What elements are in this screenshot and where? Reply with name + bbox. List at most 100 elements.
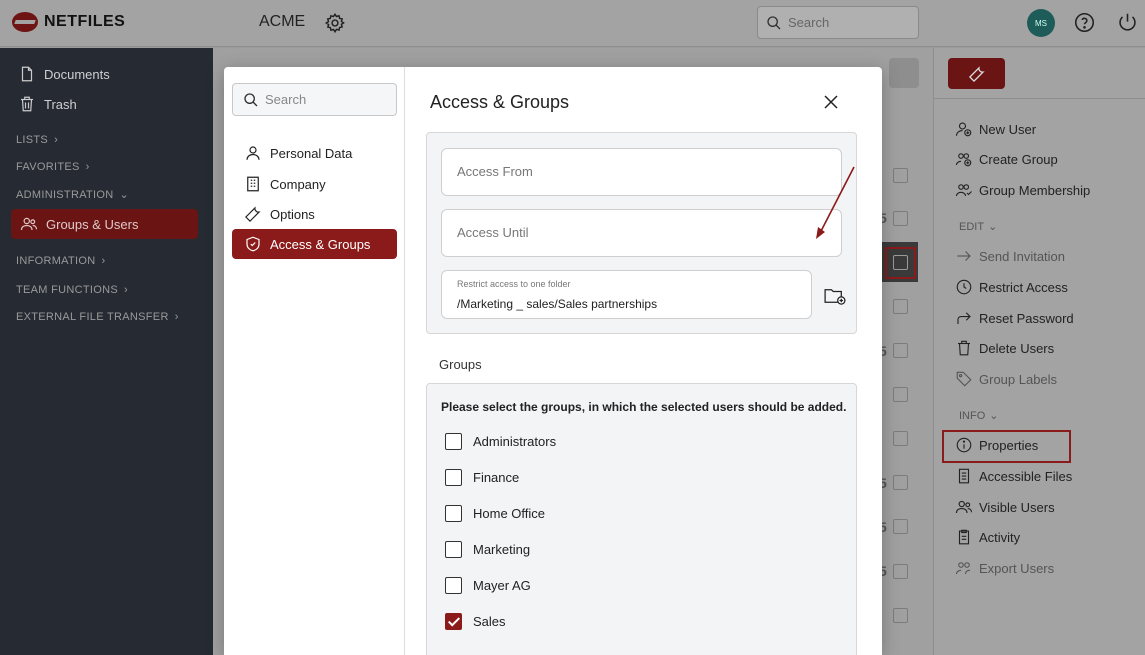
row-checkbox[interactable]	[893, 608, 908, 623]
group-option-mayer-ag[interactable]: Mayer AG	[445, 577, 531, 594]
panel-toggle-button[interactable]	[889, 58, 919, 88]
shield-icon	[246, 236, 260, 252]
dialog-nav: Search Personal Data Company Options Acc…	[224, 67, 405, 655]
nav-options[interactable]: Options	[244, 205, 315, 223]
action-new-user[interactable]: New User	[955, 120, 1036, 138]
action-restrict-access[interactable]: Restrict Access	[955, 278, 1068, 296]
action-label: Export Users	[979, 560, 1055, 576]
avatar[interactable]: MS	[1027, 9, 1055, 37]
action-label: Send Invitation	[979, 248, 1066, 264]
sidebar-item-label: Groups & Users	[46, 216, 139, 232]
checkbox[interactable]	[445, 577, 462, 594]
row-checkbox[interactable]	[893, 431, 908, 446]
search-icon	[244, 92, 258, 106]
action-group-labels[interactable]: Group Labels	[955, 370, 1057, 388]
top-search-input[interactable]: Search	[757, 6, 919, 39]
nav-label: Company	[270, 176, 326, 192]
chevron-right-icon: ›	[54, 134, 59, 146]
chevron-right-icon: ›	[85, 161, 90, 173]
wrench-icon	[968, 65, 985, 82]
close-icon[interactable]	[822, 93, 840, 111]
row-checkbox[interactable]	[893, 475, 908, 490]
action-accessible-files[interactable]: Accessible Files	[955, 467, 1072, 485]
sidebar-section-team-functions[interactable]: TEAM FUNCTIONS ›	[16, 284, 128, 296]
access-groups-dialog: Search Personal Data Company Options Acc…	[224, 67, 882, 655]
action-reset-password[interactable]: Reset Password	[955, 309, 1074, 327]
chevron-down-icon: ⌄	[119, 189, 130, 201]
row-checkbox[interactable]	[893, 343, 908, 358]
nav-personal-data[interactable]: Personal Data	[244, 144, 352, 162]
sidebar-section-favorites[interactable]: FAVORITES ›	[16, 161, 90, 173]
action-create-group[interactable]: Create Group	[955, 150, 1058, 168]
access-until-field[interactable]: Access Until	[441, 209, 842, 257]
section-edit[interactable]: EDIT ⌄	[959, 220, 997, 234]
sidebar-section-lists[interactable]: LISTS ›	[16, 134, 58, 146]
search-icon	[767, 15, 781, 29]
row-checkbox[interactable]	[893, 564, 908, 579]
action-properties[interactable]: Properties	[955, 436, 1038, 454]
nav-access-groups[interactable]: Access & Groups	[232, 229, 397, 259]
action-label: Restrict Access	[979, 279, 1068, 295]
group-option-sales[interactable]: Sales	[445, 613, 506, 630]
checkbox-checked[interactable]	[445, 613, 462, 630]
sidebar-item-groups-users[interactable]: Groups & Users	[11, 209, 198, 239]
sidebar-item-documents[interactable]: Documents	[18, 65, 110, 83]
row-checkbox[interactable]	[893, 519, 908, 534]
row-checkbox[interactable]	[893, 299, 908, 314]
action-label: Delete Users	[979, 340, 1055, 356]
action-delete-users[interactable]: Delete Users	[955, 339, 1054, 357]
tools-button[interactable]	[948, 58, 1005, 89]
netfiles-logo[interactable]: NETFILES	[12, 12, 125, 32]
document-icon	[21, 66, 33, 82]
checkbox[interactable]	[445, 469, 462, 486]
sidebar-item-trash[interactable]: Trash	[18, 95, 77, 113]
checkbox[interactable]	[445, 505, 462, 522]
chevron-right-icon: ›	[123, 284, 128, 296]
checkbox[interactable]	[445, 433, 462, 450]
group-option-home-office[interactable]: Home Office	[445, 505, 545, 522]
sidebar-item-label: Trash	[44, 96, 77, 112]
row-checkbox[interactable]	[893, 387, 908, 402]
row-checkbox[interactable]	[893, 168, 908, 183]
annotation-arrow	[816, 166, 855, 239]
nav-company[interactable]: Company	[244, 175, 326, 193]
clock-icon	[956, 279, 972, 295]
group-option-marketing[interactable]: Marketing	[445, 541, 530, 558]
checkbox[interactable]	[445, 541, 462, 558]
action-label: New User	[979, 121, 1037, 137]
gear-icon[interactable]	[324, 12, 346, 34]
nav-label: Personal Data	[270, 145, 353, 161]
building-icon	[247, 176, 259, 192]
group-option-administrators[interactable]: Administrators	[445, 433, 556, 450]
sidebar-section-external-file-transfer[interactable]: EXTERNAL FILE TRANSFER ›	[16, 311, 179, 323]
groups-intro: Please select the groups, in which the s…	[441, 400, 847, 414]
power-icon[interactable]	[1117, 12, 1138, 33]
action-group-membership[interactable]: Group Membership	[955, 181, 1090, 199]
sidebar-section-information[interactable]: INFORMATION ›	[16, 255, 105, 267]
sidebar-section-administration[interactable]: ADMINISTRATION ⌄	[16, 188, 130, 202]
restrict-folder-label: Restrict access to one folder	[457, 279, 571, 289]
action-label: Reset Password	[979, 310, 1074, 326]
action-label: Accessible Files	[979, 468, 1073, 484]
action-label: Visible Users	[979, 499, 1055, 515]
access-from-field[interactable]: Access From	[441, 148, 842, 196]
group-label: Marketing	[473, 542, 531, 557]
export-users-icon	[955, 562, 971, 575]
row-checkbox[interactable]	[893, 211, 908, 226]
redo-arrow-icon	[957, 312, 971, 324]
help-icon[interactable]	[1074, 12, 1095, 33]
action-label: Properties	[979, 437, 1039, 453]
action-export-users[interactable]: Export Users	[955, 559, 1054, 577]
action-send-invitation[interactable]: Send Invitation	[955, 247, 1065, 265]
dialog-search-input[interactable]: Search	[232, 83, 397, 116]
action-activity[interactable]: Activity	[955, 528, 1020, 546]
action-visible-users[interactable]: Visible Users	[955, 498, 1055, 516]
section-info[interactable]: INFO ⌄	[959, 409, 999, 423]
group-label: Home Office	[473, 506, 546, 521]
restrict-folder-field[interactable]: Restrict access to one folder /Marketing…	[441, 270, 812, 319]
row-checkbox[interactable]	[893, 255, 908, 270]
trash-icon	[21, 96, 33, 112]
section-label: LISTS	[16, 134, 49, 146]
folder-add-icon[interactable]	[824, 287, 846, 305]
group-option-finance[interactable]: Finance	[445, 469, 519, 486]
